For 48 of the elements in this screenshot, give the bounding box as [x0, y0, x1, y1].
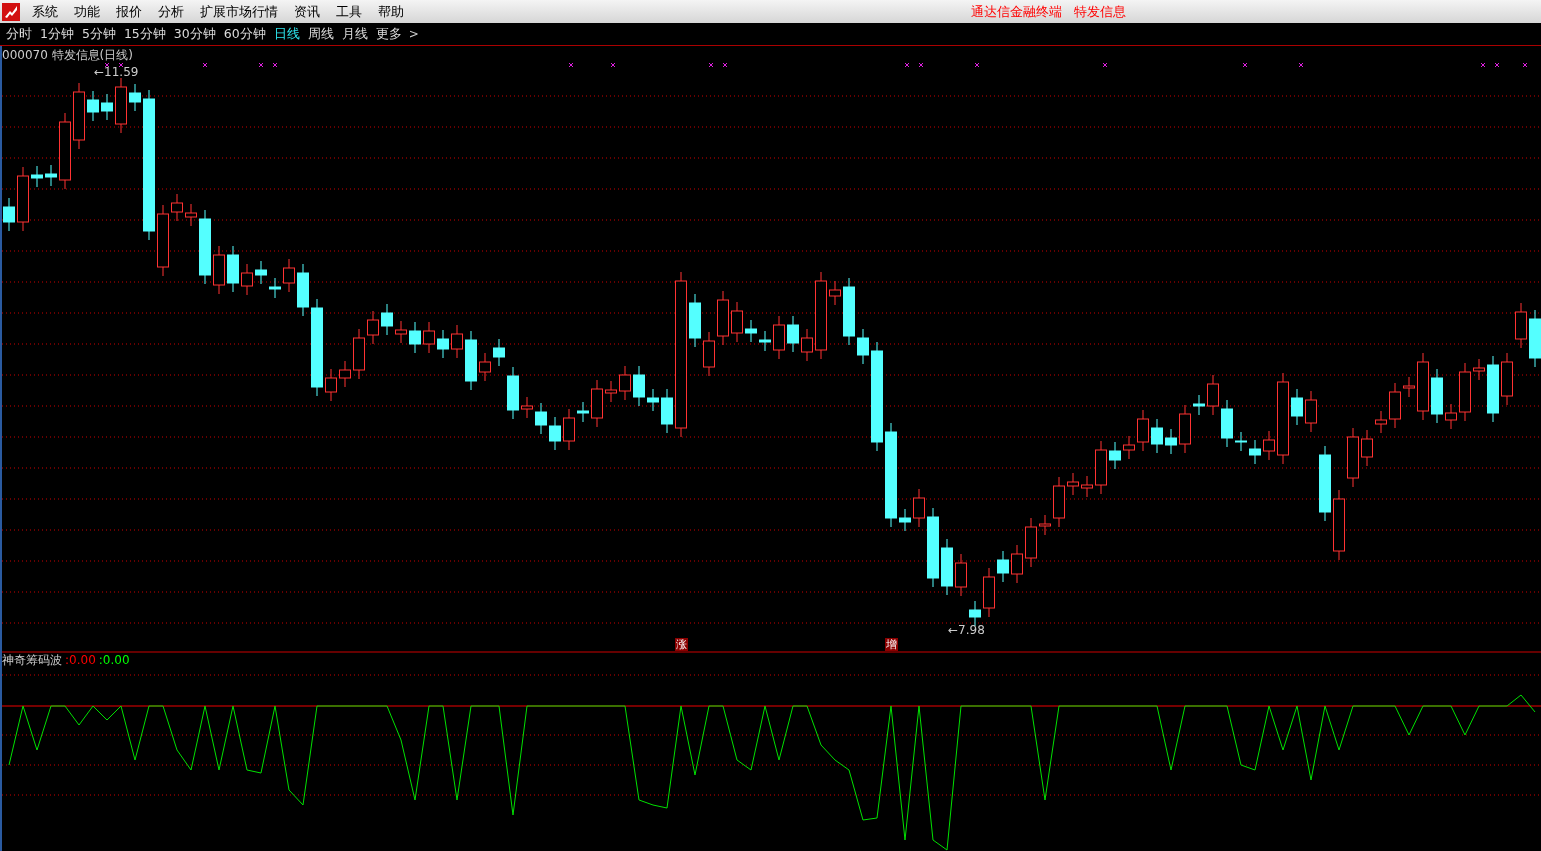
cross-marker	[1480, 62, 1486, 68]
cross-marker	[272, 62, 278, 68]
cross-marker	[918, 62, 924, 68]
period-tab[interactable]: 分时	[3, 24, 35, 44]
menu-item[interactable]: 功能	[66, 0, 108, 23]
high-price-label: ←11.59	[94, 65, 139, 79]
period-tab[interactable]: 1分钟	[37, 24, 77, 44]
menu-item[interactable]: 分析	[150, 0, 192, 23]
app-title-text: 通达信金融终端	[971, 2, 1062, 21]
low-price-label: ←7.98	[948, 623, 985, 637]
menu-item[interactable]: 资讯	[286, 0, 328, 23]
period-tab[interactable]: 月线	[338, 24, 371, 44]
signal-marker: 涨	[675, 638, 688, 651]
menu-item[interactable]: 报价	[108, 0, 150, 23]
app-title-text: 特发信息	[1074, 2, 1126, 21]
indicator-value: :0.00	[98, 653, 130, 667]
app-logo-icon	[2, 2, 20, 21]
cross-marker	[974, 62, 980, 68]
menu-item[interactable]: 扩展市场行情	[192, 0, 286, 23]
cross-marker	[610, 62, 616, 68]
cross-marker	[104, 62, 110, 68]
chart-title: 000070 特发信息(日线)	[2, 48, 133, 62]
menu-item[interactable]: 工具	[328, 0, 370, 23]
cross-marker	[722, 62, 728, 68]
cross-marker	[708, 62, 714, 68]
period-tab[interactable]: 30分钟	[170, 24, 219, 44]
menu-item[interactable]: 系统	[24, 0, 66, 23]
indicator-value: :0.00	[65, 653, 96, 667]
period-tab[interactable]: 周线	[304, 24, 337, 44]
period-tab[interactable]: 60分钟	[220, 24, 269, 44]
cross-marker	[1102, 62, 1108, 68]
indicator-name: 神奇筹码波	[2, 653, 62, 667]
signal-marker: 增	[885, 638, 898, 651]
period-tab[interactable]: 15分钟	[120, 24, 169, 44]
cross-marker	[568, 62, 574, 68]
cross-marker	[1522, 62, 1528, 68]
more-arrow[interactable]: >	[406, 27, 419, 41]
cross-marker	[202, 62, 208, 68]
menu-item[interactable]: 帮助	[370, 0, 412, 23]
cross-marker	[1242, 62, 1248, 68]
cross-marker	[1298, 62, 1304, 68]
period-tab[interactable]: 5分钟	[78, 24, 119, 44]
cross-marker	[904, 62, 910, 68]
period-tab[interactable]: 日线	[270, 24, 303, 44]
period-tab[interactable]: 更多	[372, 24, 405, 44]
cross-marker	[118, 62, 124, 68]
cross-marker	[1494, 62, 1500, 68]
cross-marker	[258, 62, 264, 68]
